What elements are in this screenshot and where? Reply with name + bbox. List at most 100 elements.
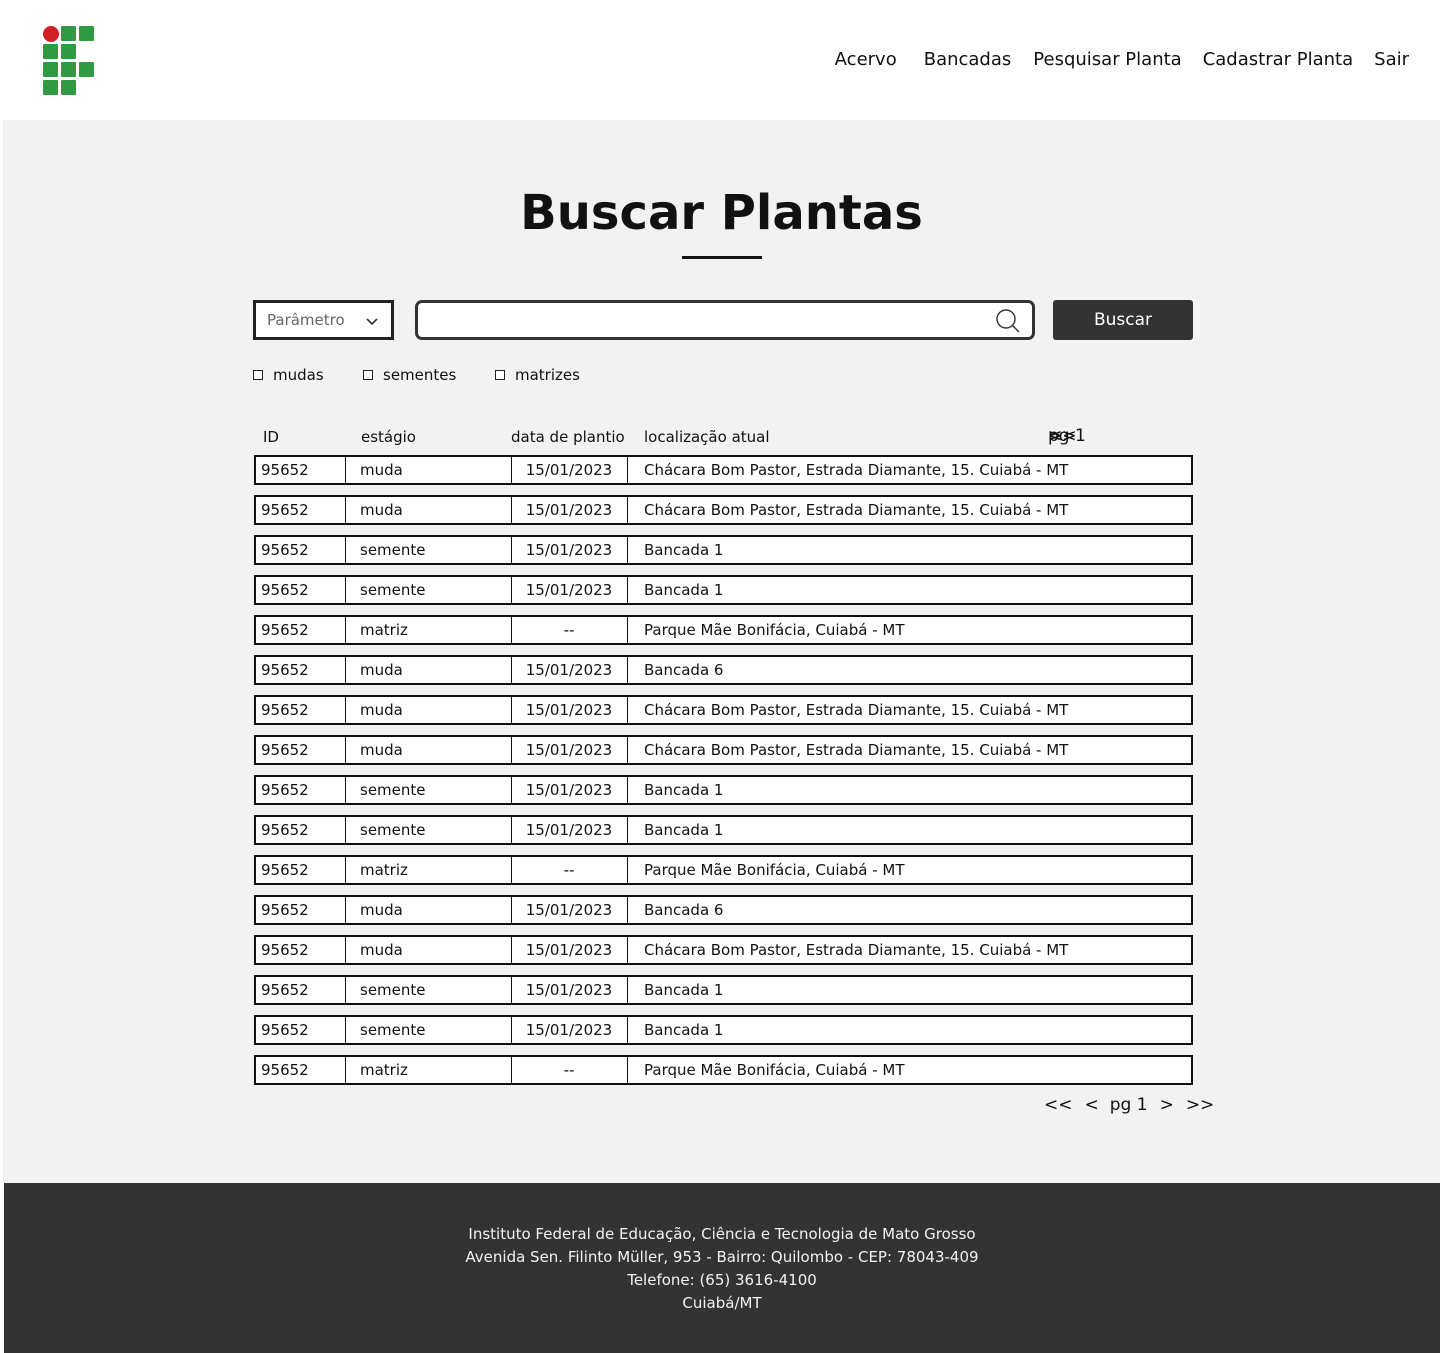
nav-sair[interactable]: Sair (1374, 48, 1409, 72)
cell-id: 95652 (261, 861, 309, 879)
cell-localizacao: Parque Mãe Bonifácia, Cuiabá - MT (644, 621, 905, 639)
table-row[interactable]: 95652 muda 15/01/2023 Chácara Bom Pastor, E… (254, 695, 1193, 725)
cell-divider (627, 897, 628, 923)
search-icon[interactable] (995, 308, 1021, 334)
cell-estagio: matriz (360, 1061, 408, 1079)
footer-phone: Telefone: (65) 3616-4100 (627, 1271, 817, 1289)
cell-data-plantio: 15/01/2023 (525, 1021, 613, 1039)
pager-last[interactable]: >> (1048, 426, 1077, 446)
cell-id: 95652 (261, 1021, 309, 1039)
cell-localizacao: Bancada 6 (644, 901, 724, 919)
cell-divider (627, 697, 628, 723)
table-row[interactable]: 95652 semente 15/01/2023 Bancada 1 (254, 775, 1193, 805)
cell-divider (345, 817, 346, 843)
filter-mudas[interactable]: mudas (253, 366, 324, 384)
cell-divider (345, 1017, 346, 1043)
table-row[interactable]: 95652 muda 15/01/2023 Chácara Bom Pastor, E… (254, 935, 1193, 965)
footer-institution: Instituto Federal de Educação, Ciência e… (468, 1225, 976, 1243)
cell-estagio: semente (360, 981, 426, 999)
nav-cadastrar-planta[interactable]: Cadastrar Planta (1203, 48, 1353, 72)
table-row[interactable]: 95652 muda 15/01/2023 Chácara Bom Pastor, E… (254, 495, 1193, 525)
cell-estagio: semente (360, 821, 426, 839)
table-row[interactable]: 95652 muda 15/01/2023 Bancada 6 (254, 895, 1193, 925)
logo-square (61, 80, 76, 95)
checkbox[interactable] (253, 370, 263, 380)
search-field[interactable] (415, 300, 1035, 340)
cell-divider (345, 777, 346, 803)
cell-data-plantio: 15/01/2023 (525, 821, 613, 839)
cell-id: 95652 (261, 781, 309, 799)
cell-divider (627, 937, 628, 963)
main-nav: Acervo Bancadas Pesquisar Planta Cadastr… (835, 48, 1409, 72)
table-row[interactable]: 95652 semente 15/01/2023 Bancada 1 (254, 1015, 1193, 1045)
filter-label: matrizes (515, 366, 580, 384)
cell-divider (627, 577, 628, 603)
checkbox[interactable] (495, 370, 505, 380)
cell-estagio: matriz (360, 861, 408, 879)
parameter-select-label: Parâmetro (267, 311, 345, 329)
cell-id: 95652 (261, 981, 309, 999)
pager-first[interactable]: << (1044, 1095, 1073, 1115)
logo-square (79, 62, 94, 77)
cell-id: 95652 (261, 701, 309, 719)
table-row[interactable]: 95652 semente 15/01/2023 Bancada 1 (254, 575, 1193, 605)
cell-divider (627, 617, 628, 643)
table-row[interactable]: 95652 semente 15/01/2023 Bancada 1 (254, 535, 1193, 565)
search-button[interactable]: Buscar (1053, 300, 1193, 340)
cell-data-plantio: 15/01/2023 (525, 701, 613, 719)
cell-divider (627, 817, 628, 843)
pagination-bottom: << < pg 1 > >> (1044, 1095, 1214, 1115)
pager-last[interactable]: >> (1186, 1095, 1215, 1115)
cell-localizacao: Chácara Bom Pastor, Estrada Diamante, 15… (644, 501, 1069, 519)
cell-localizacao: Bancada 1 (644, 781, 724, 799)
filter-label: sementes (383, 366, 457, 384)
table-row[interactable]: 95652 matriz -- Parque Mãe Bonifácia, Cuiab… (254, 855, 1193, 885)
table-row[interactable]: 95652 semente 15/01/2023 Bancada 1 (254, 975, 1193, 1005)
chevron-down-icon (366, 318, 378, 326)
cell-estagio: semente (360, 541, 426, 559)
title-underline (682, 256, 762, 259)
cell-data-plantio: 15/01/2023 (525, 501, 613, 519)
filter-label: mudas (273, 366, 324, 384)
cell-estagio: muda (360, 901, 403, 919)
cell-divider (627, 457, 628, 483)
cell-divider (345, 497, 346, 523)
filter-matrizes[interactable]: matrizes (495, 366, 580, 384)
cell-id: 95652 (261, 581, 309, 599)
cell-divider (627, 777, 628, 803)
column-header-estagio: estágio (361, 428, 416, 446)
cell-localizacao: Chácara Bom Pastor, Estrada Diamante, 15… (644, 941, 1069, 959)
search-input[interactable] (428, 308, 988, 332)
cell-divider (345, 457, 346, 483)
parameter-select[interactable]: Parâmetro (253, 300, 394, 340)
cell-data-plantio: 15/01/2023 (525, 941, 613, 959)
table-row[interactable]: 95652 muda 15/01/2023 Chácara Bom Pastor, E… (254, 735, 1193, 765)
table-row[interactable]: 95652 semente 15/01/2023 Bancada 1 (254, 815, 1193, 845)
logo-square (43, 62, 58, 77)
cell-divider (627, 977, 628, 1003)
table-row[interactable]: 95652 matriz -- Parque Mãe Bonifácia, Cuiab… (254, 1055, 1193, 1085)
site-header: Acervo Bancadas Pesquisar Planta Cadastr… (0, 0, 1440, 120)
cell-id: 95652 (261, 741, 309, 759)
cell-estagio: muda (360, 501, 403, 519)
table-row[interactable]: 95652 muda 15/01/2023 Chácara Bom Pastor, E… (254, 455, 1193, 485)
nav-bancadas[interactable]: Bancadas (924, 48, 1012, 72)
cell-estagio: matriz (360, 621, 408, 639)
nav-pesquisar-planta[interactable]: Pesquisar Planta (1033, 48, 1181, 72)
checkbox[interactable] (363, 370, 373, 380)
institute-logo[interactable] (43, 26, 95, 96)
nav-acervo[interactable]: Acervo (835, 48, 897, 72)
pager-next[interactable]: > (1160, 1095, 1174, 1115)
cell-data-plantio: 15/01/2023 (525, 981, 613, 999)
cell-data-plantio: -- (563, 1061, 575, 1079)
table-row[interactable]: 95652 matriz -- Parque Mãe Bonifácia, Cuiab… (254, 615, 1193, 645)
table-row[interactable]: 95652 muda 15/01/2023 Bancada 6 (254, 655, 1193, 685)
cell-divider (345, 977, 346, 1003)
filter-sementes[interactable]: sementes (363, 366, 456, 384)
pager-page: pg 1 (1109, 1095, 1148, 1115)
logo-square (79, 26, 94, 41)
cell-divider (345, 857, 346, 883)
cell-estagio: muda (360, 741, 403, 759)
pager-prev[interactable]: < (1085, 1095, 1099, 1115)
cell-divider (345, 537, 346, 563)
